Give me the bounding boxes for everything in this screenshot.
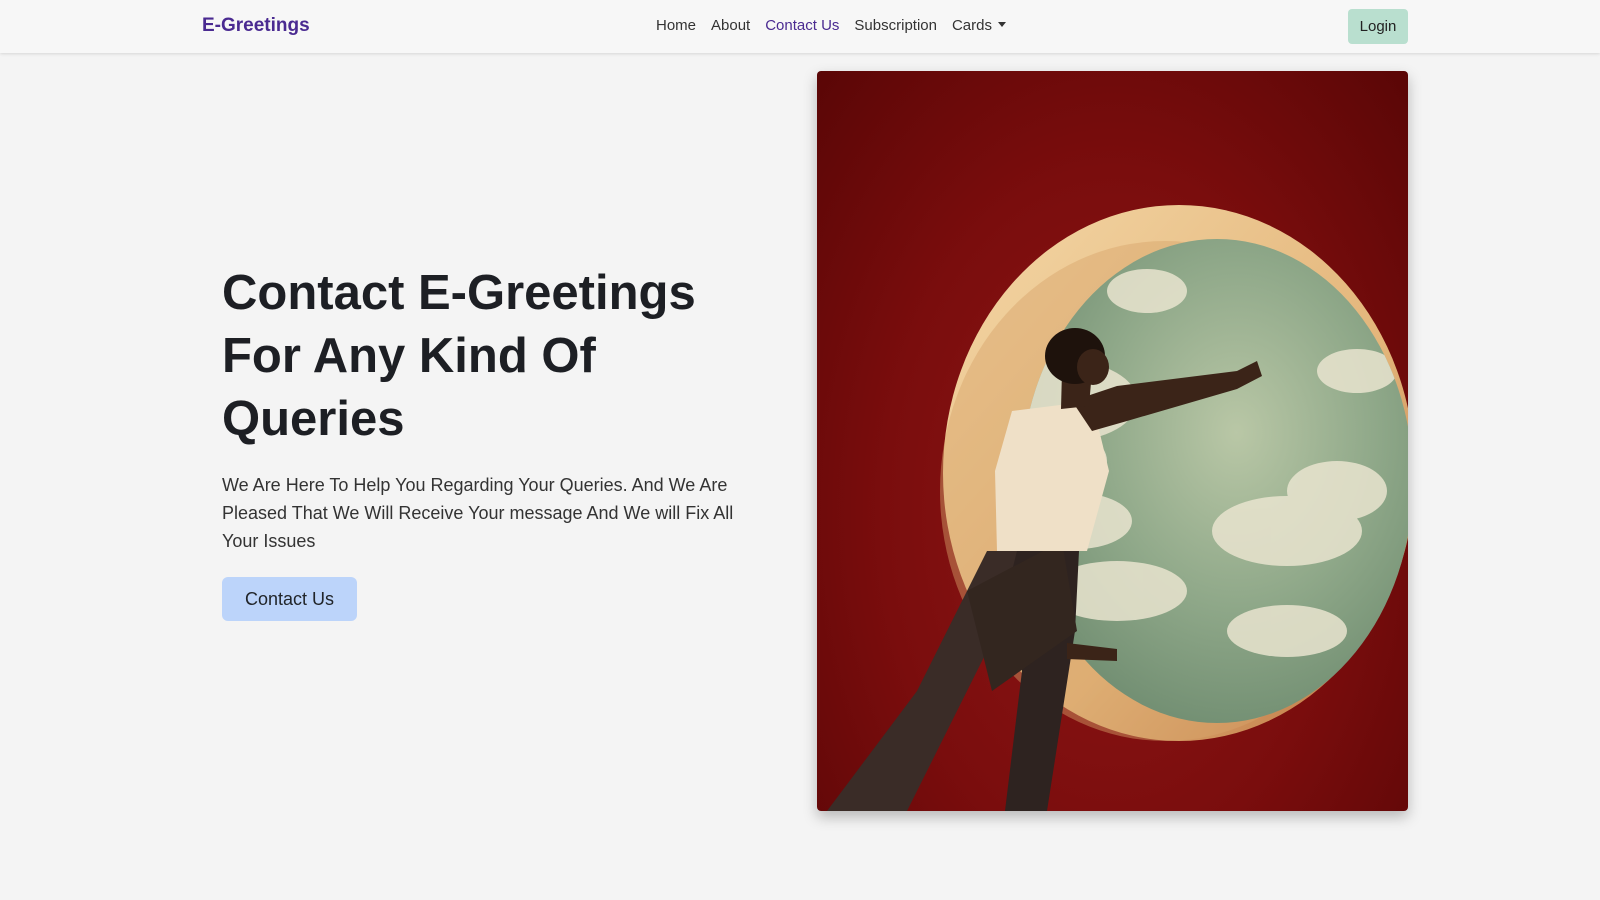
hero-photo — [817, 71, 1408, 811]
hero-description: We Are Here To Help You Regarding Your Q… — [222, 475, 734, 551]
nav-dropdown-cards[interactable]: Cards — [952, 17, 1006, 34]
nav-dropdown-cards-label: Cards — [951, 17, 992, 34]
nav-link-contact-us[interactable]: Contact Us — [765, 17, 839, 34]
hero-title-line-2: For Any Kind Of — [222, 329, 596, 383]
brand-logo[interactable]: E-Greetings — [202, 15, 310, 37]
nav-link-subscription[interactable]: Subscription — [854, 17, 937, 34]
caret-down-icon — [997, 22, 1006, 27]
nav-link-about[interactable]: About — [711, 17, 750, 34]
hero-title-line-1: Contact E-Greetings — [222, 266, 696, 320]
contact-us-button[interactable]: Contact Us — [222, 577, 357, 621]
person-in-round-window-illustration — [827, 205, 1408, 811]
hero-title-line-3: Queries — [222, 392, 405, 446]
nav-links: Home About Contact Us Subscription Cards — [656, 17, 1021, 34]
nav-link-home[interactable]: Home — [656, 17, 696, 34]
login-button[interactable]: Login — [1348, 9, 1408, 44]
hero-title: Contact E-Greetings For Any Kind Of Quer… — [222, 262, 782, 451]
top-navbar: E-Greetings Home About Contact Us Subscr… — [0, 0, 1600, 53]
